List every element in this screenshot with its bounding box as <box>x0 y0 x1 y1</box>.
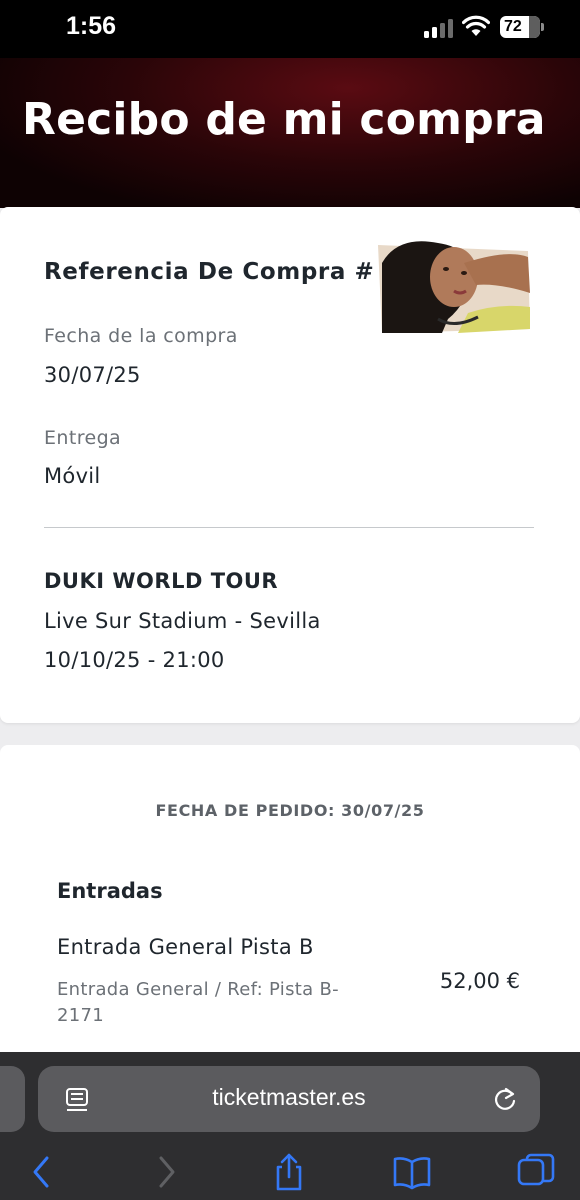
tickets-section-title: Entradas <box>57 879 163 903</box>
wifi-icon <box>462 15 490 36</box>
ticket-name: Entrada General Pista B <box>57 935 314 959</box>
divider <box>44 527 534 528</box>
battery-icon: 72 <box>500 16 544 38</box>
cellular-signal-icon <box>424 18 454 38</box>
event-name: DUKI WORLD TOUR <box>44 569 279 593</box>
delivery-value: Móvil <box>44 464 101 488</box>
back-icon[interactable] <box>22 1152 62 1192</box>
battery-level-fill <box>528 16 540 38</box>
ticket-description: Entrada General / Ref: Pista B-2171 <box>57 979 339 1026</box>
ticket-price: 52,00 € <box>439 969 520 993</box>
status-time: 1:56 <box>66 12 117 40</box>
order-date: FECHA DE PEDIDO: 30/07/25 <box>155 801 425 820</box>
previous-tab-preview[interactable] <box>0 1066 25 1132</box>
page-title: Recibo de mi compra <box>22 94 546 145</box>
event-datetime: 10/10/25 - 21:00 <box>44 648 225 672</box>
status-bar: 1:56 72 <box>0 0 580 58</box>
forward-icon[interactable] <box>146 1152 186 1192</box>
reload-icon[interactable] <box>492 1086 518 1112</box>
bookmarks-icon[interactable] <box>392 1152 432 1192</box>
browser-toolbar: ticketmaster.es <box>0 1052 580 1200</box>
order-summary-card: FECHA DE PEDIDO: 30/07/25 Entradas Entra… <box>0 745 580 1065</box>
profile-photo-sticker <box>372 241 536 339</box>
purchase-date-value: 30/07/25 <box>44 363 141 387</box>
tabs-icon[interactable] <box>516 1152 556 1192</box>
purchase-card: Referencia De Compra #9 Fecha de la comp… <box>0 207 580 723</box>
url-text[interactable]: ticketmaster.es <box>38 1084 540 1111</box>
purchase-date-label: Fecha de la compra <box>44 325 238 347</box>
share-icon[interactable] <box>269 1152 309 1192</box>
address-bar[interactable]: ticketmaster.es <box>38 1066 540 1132</box>
battery-percentage: 72 <box>504 18 522 35</box>
delivery-label: Entrega <box>44 427 122 449</box>
purchase-reference: Referencia De Compra #9 <box>44 259 392 285</box>
event-venue: Live Sur Stadium - Sevilla <box>44 609 321 633</box>
page-header: Recibo de mi compra <box>0 58 580 208</box>
